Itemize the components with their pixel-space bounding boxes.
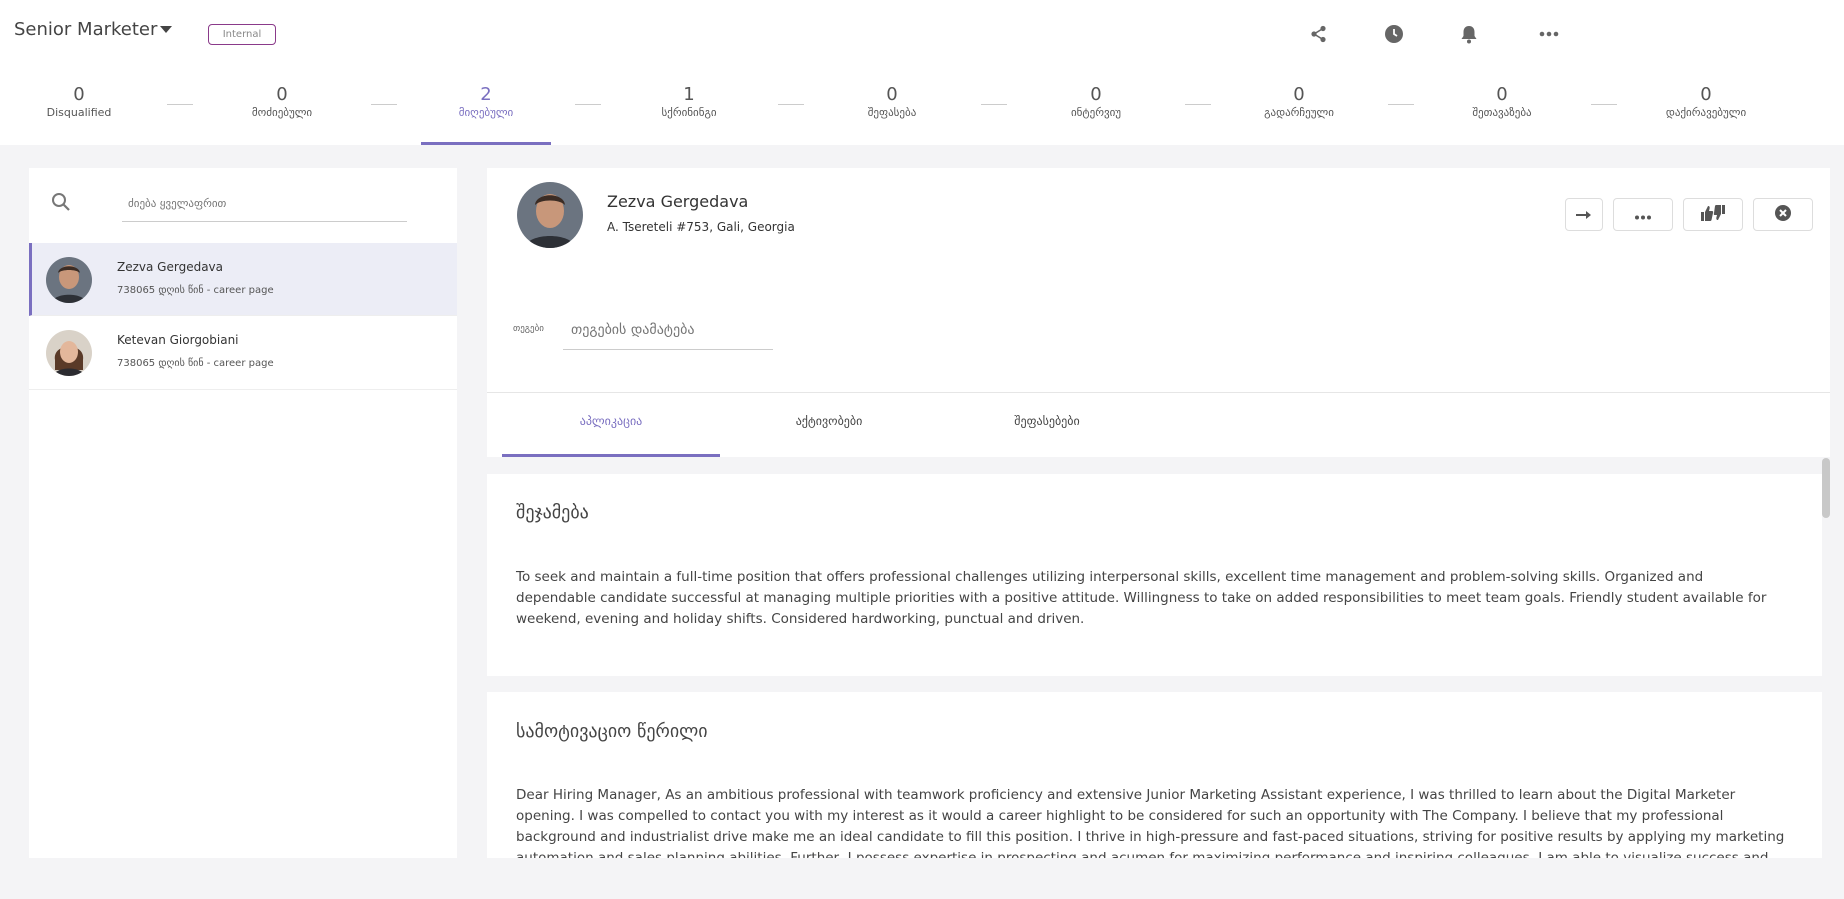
- stage-count: 2: [480, 84, 492, 105]
- summary-card: შეჯამება To seek and maintain a full-tim…: [487, 474, 1822, 676]
- stage-label: ინტერვიუ: [1070, 106, 1122, 119]
- tags-label: თეგები: [513, 324, 544, 334]
- thumbs-up-down-icon: [1700, 204, 1726, 226]
- stage-assessment[interactable]: 0 შეფასება: [827, 80, 957, 145]
- stage-screening[interactable]: 1 სქრინინგი: [624, 80, 754, 145]
- summary-title: შეჯამება: [516, 502, 589, 523]
- summary-text: To seek and maintain a full-time positio…: [516, 569, 1767, 627]
- stage-sourced[interactable]: 0 მოძიებული: [217, 80, 347, 145]
- avatar: [46, 257, 92, 303]
- candidate-meta: 738065 დღის წინ - career page: [117, 358, 274, 369]
- stage-count: 1: [683, 84, 695, 105]
- stage-shortlisted[interactable]: 0 გადარჩეული: [1234, 80, 1364, 145]
- candidate-profile-header: Zezva Gergedava A. Tsereteli #753, Gali,…: [487, 168, 1830, 393]
- stage-separator: [1185, 104, 1211, 105]
- stage-count: 0: [1496, 84, 1508, 105]
- share-icon[interactable]: [1307, 22, 1331, 46]
- stage-separator: [778, 104, 804, 105]
- close-circle-icon: [1774, 204, 1792, 226]
- stage-separator: [575, 104, 601, 105]
- stage-label: Disqualified: [46, 106, 112, 119]
- stage-separator: [1388, 104, 1414, 105]
- stage-label: მიღებული: [458, 106, 514, 119]
- search-icon: [51, 192, 71, 216]
- disqualify-button[interactable]: [1753, 198, 1813, 231]
- tab-application[interactable]: აპლიკაცია: [502, 393, 720, 457]
- stage-hired[interactable]: 0 დაქირავებული: [1641, 80, 1771, 145]
- scrollbar-thumb[interactable]: [1822, 458, 1830, 518]
- candidate-name: Zezva Gergedava: [607, 192, 749, 211]
- stage-disqualified[interactable]: 0 Disqualified: [14, 80, 144, 145]
- avatar: [517, 182, 583, 248]
- stage-count: 0: [1700, 84, 1712, 105]
- cover-letter-card: სამოტივაციო წერილი Dear Hiring Manager, …: [487, 692, 1822, 858]
- candidate-name: Zezva Gergedava: [117, 260, 224, 274]
- stage-label: მოძიებული: [251, 106, 313, 119]
- move-stage-button[interactable]: [1565, 198, 1603, 231]
- profile-tabs: აპლიკაცია აქტივობები შეფასებები: [487, 393, 1830, 457]
- stage-label: დაქირავებული: [1665, 106, 1747, 119]
- stage-label: სქრინინგი: [661, 106, 717, 119]
- stage-count: 0: [276, 84, 288, 105]
- stage-label: გადარჩეული: [1264, 106, 1334, 119]
- stage-applied[interactable]: 2 მიღებული: [421, 80, 551, 145]
- more-actions-button[interactable]: [1613, 198, 1673, 231]
- candidate-meta: 738065 დღის წინ - career page: [117, 285, 274, 296]
- candidate-name: Ketevan Giorgobiani: [117, 333, 239, 347]
- rate-button[interactable]: [1683, 198, 1743, 231]
- page-footer-area: [0, 858, 1844, 899]
- stage-label: შეფასება: [867, 106, 917, 119]
- stage-separator: [167, 104, 193, 105]
- stage-separator: [371, 104, 397, 105]
- stage-count: 0: [886, 84, 898, 105]
- tab-evaluations[interactable]: შეფასებები: [938, 393, 1156, 457]
- job-title: Senior Marketer: [14, 19, 158, 40]
- cover-letter-text: Dear Hiring Manager, As an ambitious pro…: [516, 787, 1785, 858]
- cover-letter-title: სამოტივაციო წერილი: [516, 721, 708, 742]
- scrollbar-track[interactable]: [1822, 458, 1830, 858]
- tab-activities[interactable]: აქტივობები: [720, 393, 938, 457]
- stage-count: 0: [1090, 84, 1102, 105]
- stage-label: შეთავაზება: [1472, 106, 1532, 119]
- internal-badge: Internal: [208, 24, 276, 45]
- pipeline-stages: 0 Disqualified 0 მოძიებული 2 მიღებული 1 …: [0, 80, 1844, 145]
- top-bar: Senior Marketer Internal 0 Disqualified …: [0, 0, 1844, 145]
- search-input[interactable]: [122, 186, 407, 222]
- job-dropdown-caret-icon[interactable]: [160, 26, 172, 33]
- clock-icon[interactable]: [1382, 22, 1406, 46]
- stage-offer[interactable]: 0 შეთავაზება: [1437, 80, 1567, 145]
- candidate-item[interactable]: Ketevan Giorgobiani 738065 დღის წინ - ca…: [29, 316, 457, 390]
- more-icon[interactable]: [1537, 22, 1561, 46]
- candidate-list-panel: Zezva Gergedava 738065 დღის წინ - career…: [29, 168, 457, 858]
- bell-icon[interactable]: [1457, 22, 1481, 46]
- stage-separator: [981, 104, 1007, 105]
- tags-input[interactable]: [563, 310, 773, 350]
- stage-separator: [1591, 104, 1617, 105]
- stage-count: 0: [73, 84, 85, 105]
- stage-count: 0: [1293, 84, 1305, 105]
- candidate-item[interactable]: Zezva Gergedava 738065 დღის წინ - career…: [29, 243, 457, 316]
- avatar: [46, 330, 92, 376]
- candidate-address: A. Tsereteli #753, Gali, Georgia: [607, 220, 795, 234]
- stage-interview[interactable]: 0 ინტერვიუ: [1031, 80, 1161, 145]
- arrow-right-icon: [1576, 205, 1592, 224]
- more-icon: [1634, 205, 1652, 224]
